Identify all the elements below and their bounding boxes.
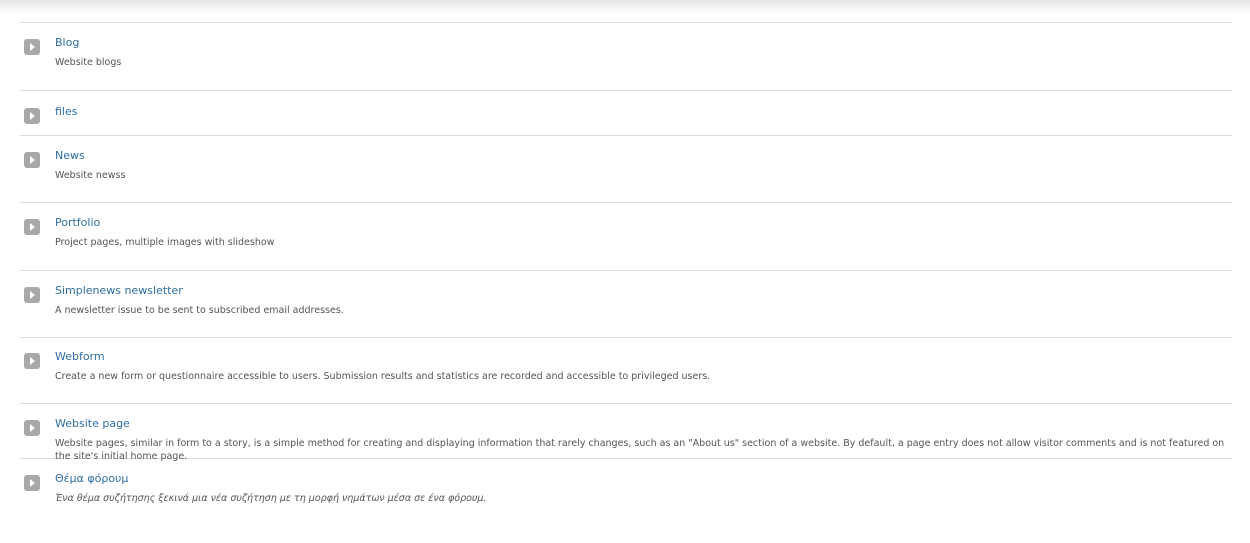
- arrow-right-icon: [24, 152, 40, 168]
- content-type-link[interactable]: Website page: [55, 417, 1232, 431]
- list-item: Portfolio Project pages, multiple images…: [20, 203, 1232, 271]
- content-type-link[interactable]: News: [55, 149, 1232, 163]
- content-type-description: Project pages, multiple images with slid…: [55, 237, 275, 248]
- content-type-link[interactable]: Portfolio: [55, 216, 1232, 230]
- arrow-right-icon: [24, 353, 40, 369]
- arrow-right-icon: [24, 475, 40, 491]
- content-type-link[interactable]: Θέμα φόρουμ: [55, 472, 1232, 486]
- content-type-description: Create a new form or questionnaire acces…: [55, 371, 711, 382]
- content-type-link[interactable]: files: [55, 105, 1232, 119]
- arrow-right-icon: [24, 420, 40, 436]
- list-item: News Website newss: [20, 136, 1232, 203]
- list-item: Webform Create a new form or questionnai…: [20, 338, 1232, 404]
- content-type-description: Website newss: [55, 170, 126, 181]
- content-type-description: Ένα θέμα συζήτησης ξεκινά μια νέα συζήτη…: [55, 493, 487, 504]
- arrow-right-icon: [24, 39, 40, 55]
- content-type-link[interactable]: Webform: [55, 350, 1232, 364]
- content-type-link[interactable]: Simplenews newsletter: [55, 284, 1232, 298]
- content-type-description: Website blogs: [55, 57, 122, 68]
- list-item: Website page Website pages, similar in f…: [20, 404, 1232, 462]
- content-type-link[interactable]: Blog: [55, 36, 1232, 50]
- list-item: Blog Website blogs: [20, 23, 1232, 91]
- content-type-description: A newsletter issue to be sent to subscri…: [55, 305, 344, 316]
- list-item: Θέμα φόρουμ Ένα θέμα συζήτησης ξεκινά μι…: [20, 459, 1232, 515]
- content-type-list: Blog Website blogs files News Website ne…: [20, 22, 1232, 515]
- arrow-right-icon: [24, 219, 40, 235]
- arrow-right-icon: [24, 108, 40, 124]
- arrow-right-icon: [24, 287, 40, 303]
- list-item: files: [20, 91, 1232, 136]
- top-shadow: [0, 0, 1250, 14]
- list-item: Simplenews newsletter A newsletter issue…: [20, 271, 1232, 338]
